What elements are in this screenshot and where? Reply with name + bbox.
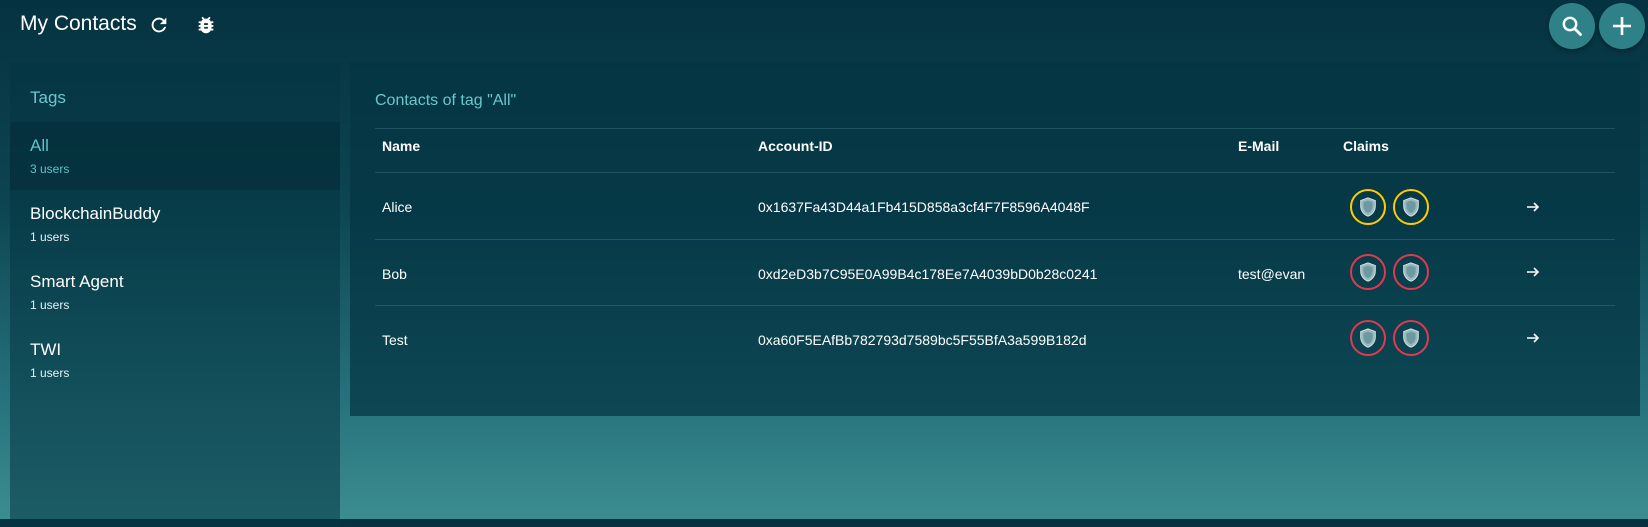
tag-name: BlockchainBuddy xyxy=(30,204,161,223)
arrow-right-icon[interactable] xyxy=(1525,264,1541,280)
sidebar-item-smart-agent[interactable]: Smart Agent 1 users xyxy=(10,258,340,326)
shield-icon xyxy=(1360,328,1376,348)
shield-icon xyxy=(1403,262,1419,282)
claim-badge[interactable] xyxy=(1393,320,1429,356)
claim-badge[interactable] xyxy=(1350,320,1386,356)
tag-name: TWI xyxy=(30,340,62,359)
contact-email: test@evan xyxy=(1238,266,1306,282)
shield-icon xyxy=(1360,197,1376,217)
page-title: My Contacts xyxy=(20,12,137,35)
arrow-right-icon[interactable] xyxy=(1525,330,1541,346)
panel-title: Contacts of tag "All" xyxy=(375,92,517,109)
contact-name: Alice xyxy=(382,199,413,215)
tag-count: 3 users xyxy=(30,162,70,176)
shield-icon xyxy=(1403,197,1419,217)
arrow-right-icon[interactable] xyxy=(1525,199,1541,215)
column-header-email: E-Mail xyxy=(1238,138,1280,154)
plus-icon xyxy=(1613,17,1631,35)
tag-name: All xyxy=(30,136,49,155)
divider xyxy=(375,128,1615,129)
tag-name: Smart Agent xyxy=(30,272,124,291)
column-header-account: Account-ID xyxy=(758,138,833,154)
sidebar-title: Tags xyxy=(30,88,66,107)
contact-name: Test xyxy=(382,332,408,348)
column-header-name: Name xyxy=(382,138,421,154)
tags-sidebar: Tags All 3 users BlockchainBuddy 1 users… xyxy=(10,62,340,527)
claim-badge[interactable] xyxy=(1350,254,1386,290)
contacts-panel: Contacts of tag "All" Name Account-ID E-… xyxy=(350,62,1640,416)
search-button[interactable] xyxy=(1549,3,1595,49)
claim-badge[interactable] xyxy=(1393,189,1429,225)
table-row[interactable]: Alice 0x1637Fa43D44a1Fb415D858a3cf4F7F85… xyxy=(375,173,1615,241)
column-header-claims: Claims xyxy=(1343,138,1389,154)
shield-icon xyxy=(1360,262,1376,282)
bug-icon[interactable] xyxy=(195,14,217,36)
refresh-icon[interactable] xyxy=(148,14,170,36)
contact-account-id: 0xd2eD3b7C95E0A99B4c178Ee7A4039bD0b28c02… xyxy=(758,266,1098,282)
sidebar-item-blockchainbuddy[interactable]: BlockchainBuddy 1 users xyxy=(10,190,340,258)
table-row[interactable]: Bob 0xd2eD3b7C95E0A99B4c178Ee7A4039bD0b2… xyxy=(375,240,1615,308)
contact-name: Bob xyxy=(382,266,407,282)
sidebar-item-twi[interactable]: TWI 1 users xyxy=(10,326,340,394)
claim-badge[interactable] xyxy=(1393,254,1429,290)
tag-count: 1 users xyxy=(30,298,70,312)
tag-count: 1 users xyxy=(30,230,70,244)
app-header: My Contacts xyxy=(0,0,1648,52)
search-icon xyxy=(1562,16,1582,36)
shield-icon xyxy=(1403,328,1419,348)
sidebar-item-all[interactable]: All 3 users xyxy=(10,122,340,190)
claim-badge[interactable] xyxy=(1350,189,1386,225)
add-contact-button[interactable] xyxy=(1599,3,1645,49)
contact-account-id: 0xa60F5EAfBb782793d7589bc5F55BfA3a599B18… xyxy=(758,332,1087,348)
table-row[interactable]: Test 0xa60F5EAfBb782793d7589bc5F55BfA3a5… xyxy=(375,306,1615,374)
tag-count: 1 users xyxy=(30,366,70,380)
contact-account-id: 0x1637Fa43D44a1Fb415D858a3cf4F7F8596A404… xyxy=(758,199,1090,215)
